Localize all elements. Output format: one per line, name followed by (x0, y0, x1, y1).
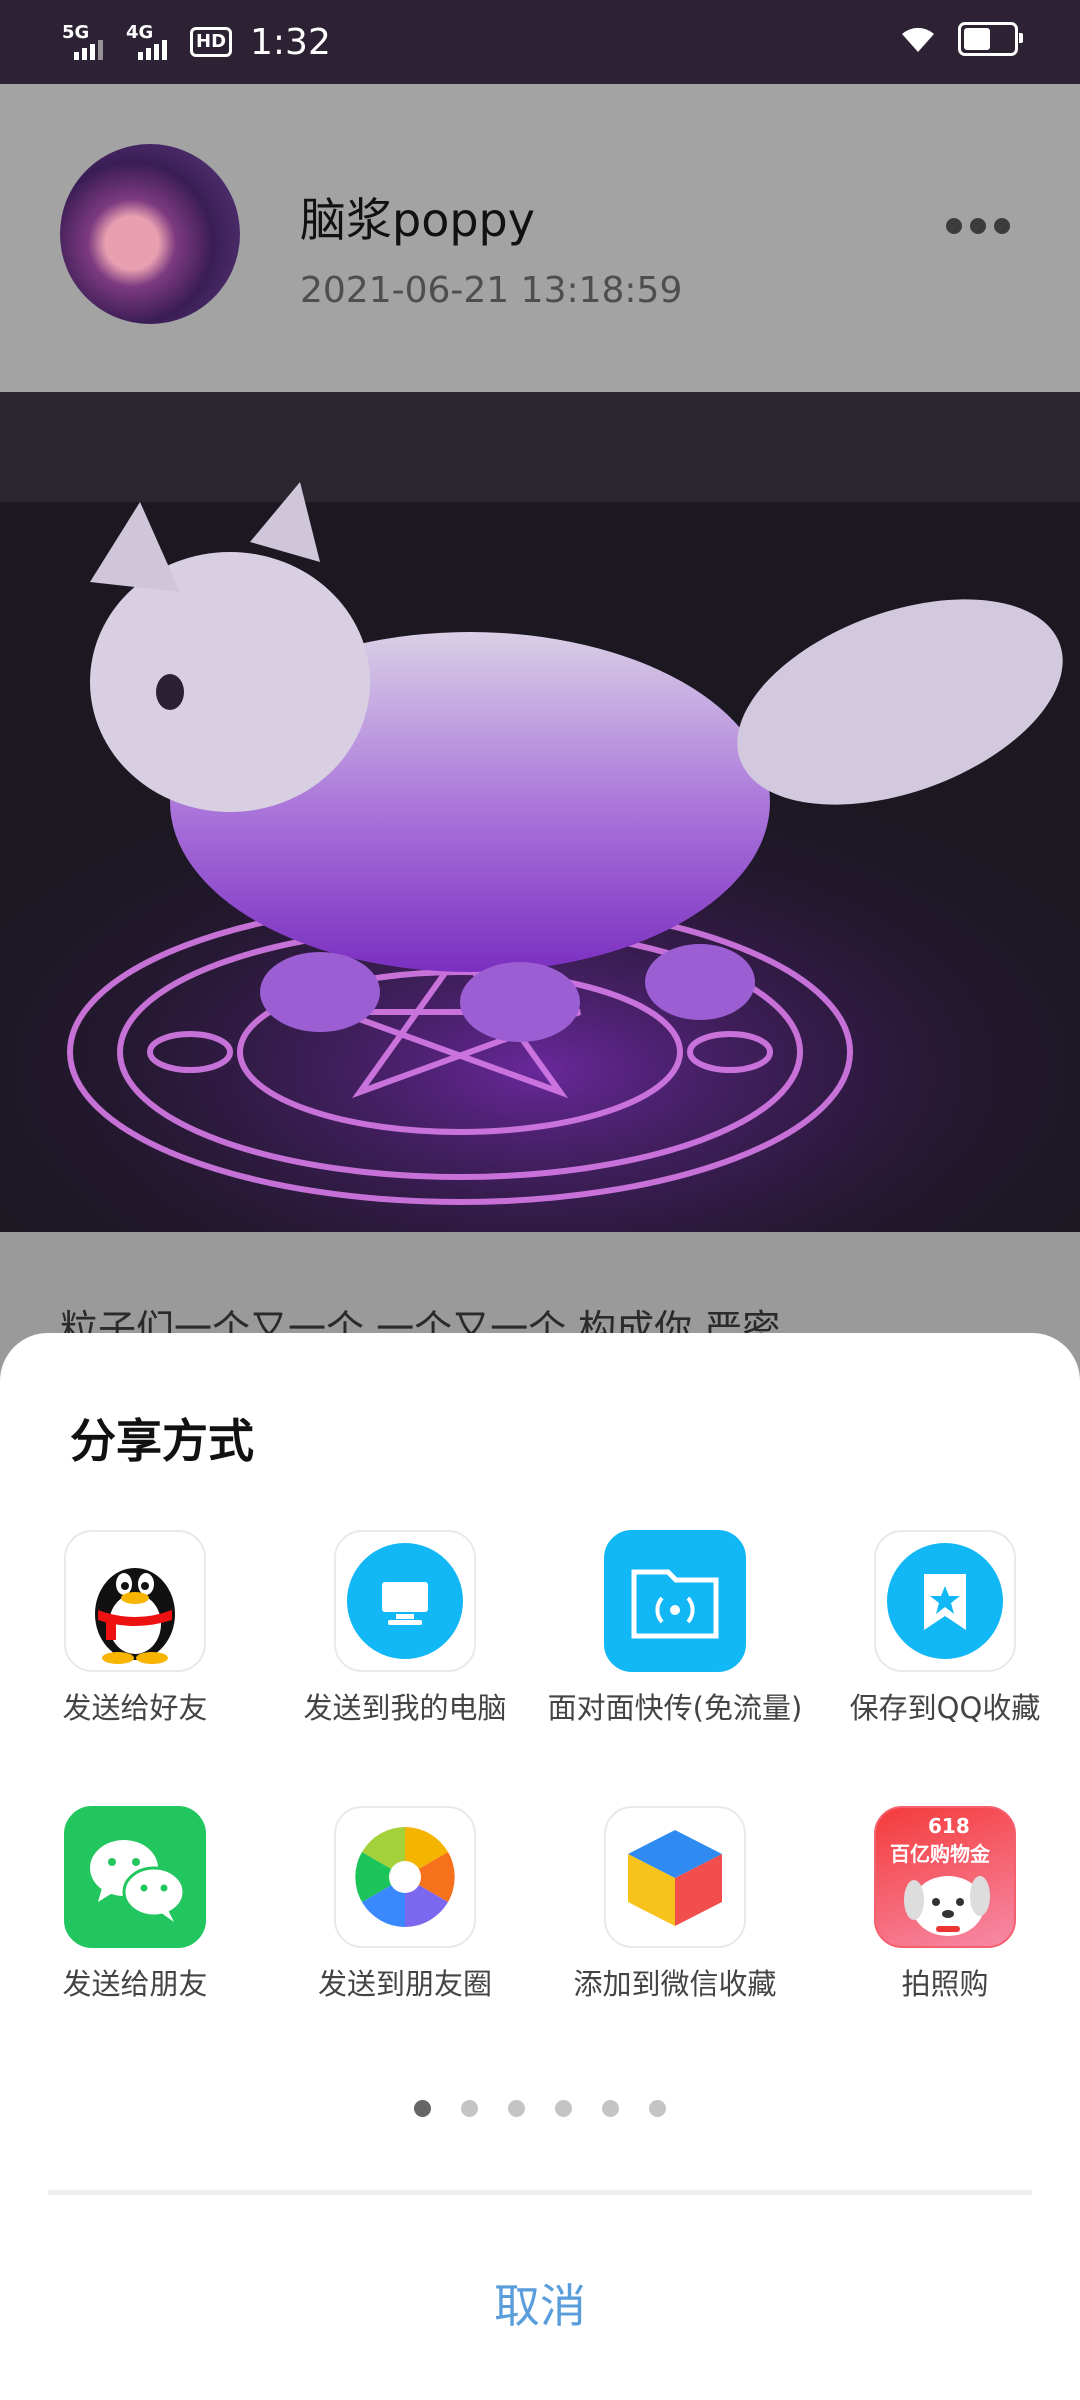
computer-icon (334, 1530, 476, 1672)
post-datetime: 2021-06-21 13:18:59 (300, 270, 683, 311)
share-label: 保存到QQ收藏 (849, 1691, 1041, 1725)
share-label: 发送到我的电脑 (303, 1691, 507, 1725)
battery-icon (958, 22, 1023, 56)
username[interactable]: 脑浆poppy (300, 184, 535, 250)
page-dot-5[interactable] (602, 2100, 619, 2117)
share-label: 拍照购 (901, 1967, 989, 2001)
share-qq-friend-button[interactable]: 发送给好友 (0, 1530, 270, 1726)
share-wechat-favorites-button[interactable]: 添加到微信收藏 (540, 1806, 810, 2002)
favorite-star-icon (874, 1530, 1016, 1672)
avatar[interactable] (60, 144, 240, 324)
wechat-favorites-cube-icon (604, 1806, 746, 1948)
face-to-face-transfer-icon (604, 1530, 746, 1672)
signal-5g-icon: 5G (62, 22, 112, 62)
post-image[interactable] (0, 392, 1080, 1232)
page-dot-4[interactable] (555, 2100, 572, 2117)
hd-voice-icon: HD (190, 27, 233, 57)
status-time: 1:32 (250, 21, 331, 63)
status-bar: 5G 4G HD 1:32 (0, 0, 1080, 84)
status-right (900, 22, 1023, 56)
cat-photo (0, 392, 1080, 1232)
page-dot-3[interactable] (508, 2100, 525, 2117)
wifi-icon (902, 27, 934, 52)
share-label: 发送给好友 (62, 1691, 208, 1725)
jd-dog-icon: 618 百亿购物金 (874, 1806, 1016, 1948)
share-wechat-friend-button[interactable]: 发送给朋友 (0, 1806, 270, 2002)
share-face-to-face-button[interactable]: 面对面快传(免流量) (540, 1530, 810, 1726)
signal-4g-icon: 4G (126, 22, 176, 62)
share-label: 面对面快传(免流量) (547, 1691, 803, 1725)
share-moments-button[interactable]: 发送到朋友圈 (270, 1806, 540, 2002)
share-label: 添加到微信收藏 (573, 1967, 777, 2001)
more-options-icon[interactable] (946, 218, 1010, 234)
share-sheet-title: 分享方式 (70, 1414, 254, 1468)
wechat-icon (64, 1806, 206, 1948)
page-dot-6[interactable] (649, 2100, 666, 2117)
share-my-computer-button[interactable]: 发送到我的电脑 (270, 1530, 540, 1726)
divider (48, 2190, 1032, 2195)
page-dot-2[interactable] (461, 2100, 478, 2117)
share-photo-shopping-button[interactable]: 618 百亿购物金 拍照购 (810, 1806, 1080, 2002)
post-header: 脑浆poppy 2021-06-21 13:18:59 (0, 84, 1080, 392)
page-dot-1[interactable] (414, 2100, 431, 2117)
share-label: 发送到朋友圈 (317, 1967, 492, 2001)
moments-shutter-icon (334, 1806, 476, 1948)
status-left: 5G 4G HD 1:32 (62, 18, 331, 66)
share-label: 发送给朋友 (62, 1967, 208, 2001)
qq-penguin-icon (64, 1530, 206, 1672)
cancel-button[interactable]: 取消 (0, 2270, 1080, 2336)
page-indicator (0, 2100, 1080, 2117)
share-qq-favorites-button[interactable]: 保存到QQ收藏 (810, 1530, 1080, 1726)
